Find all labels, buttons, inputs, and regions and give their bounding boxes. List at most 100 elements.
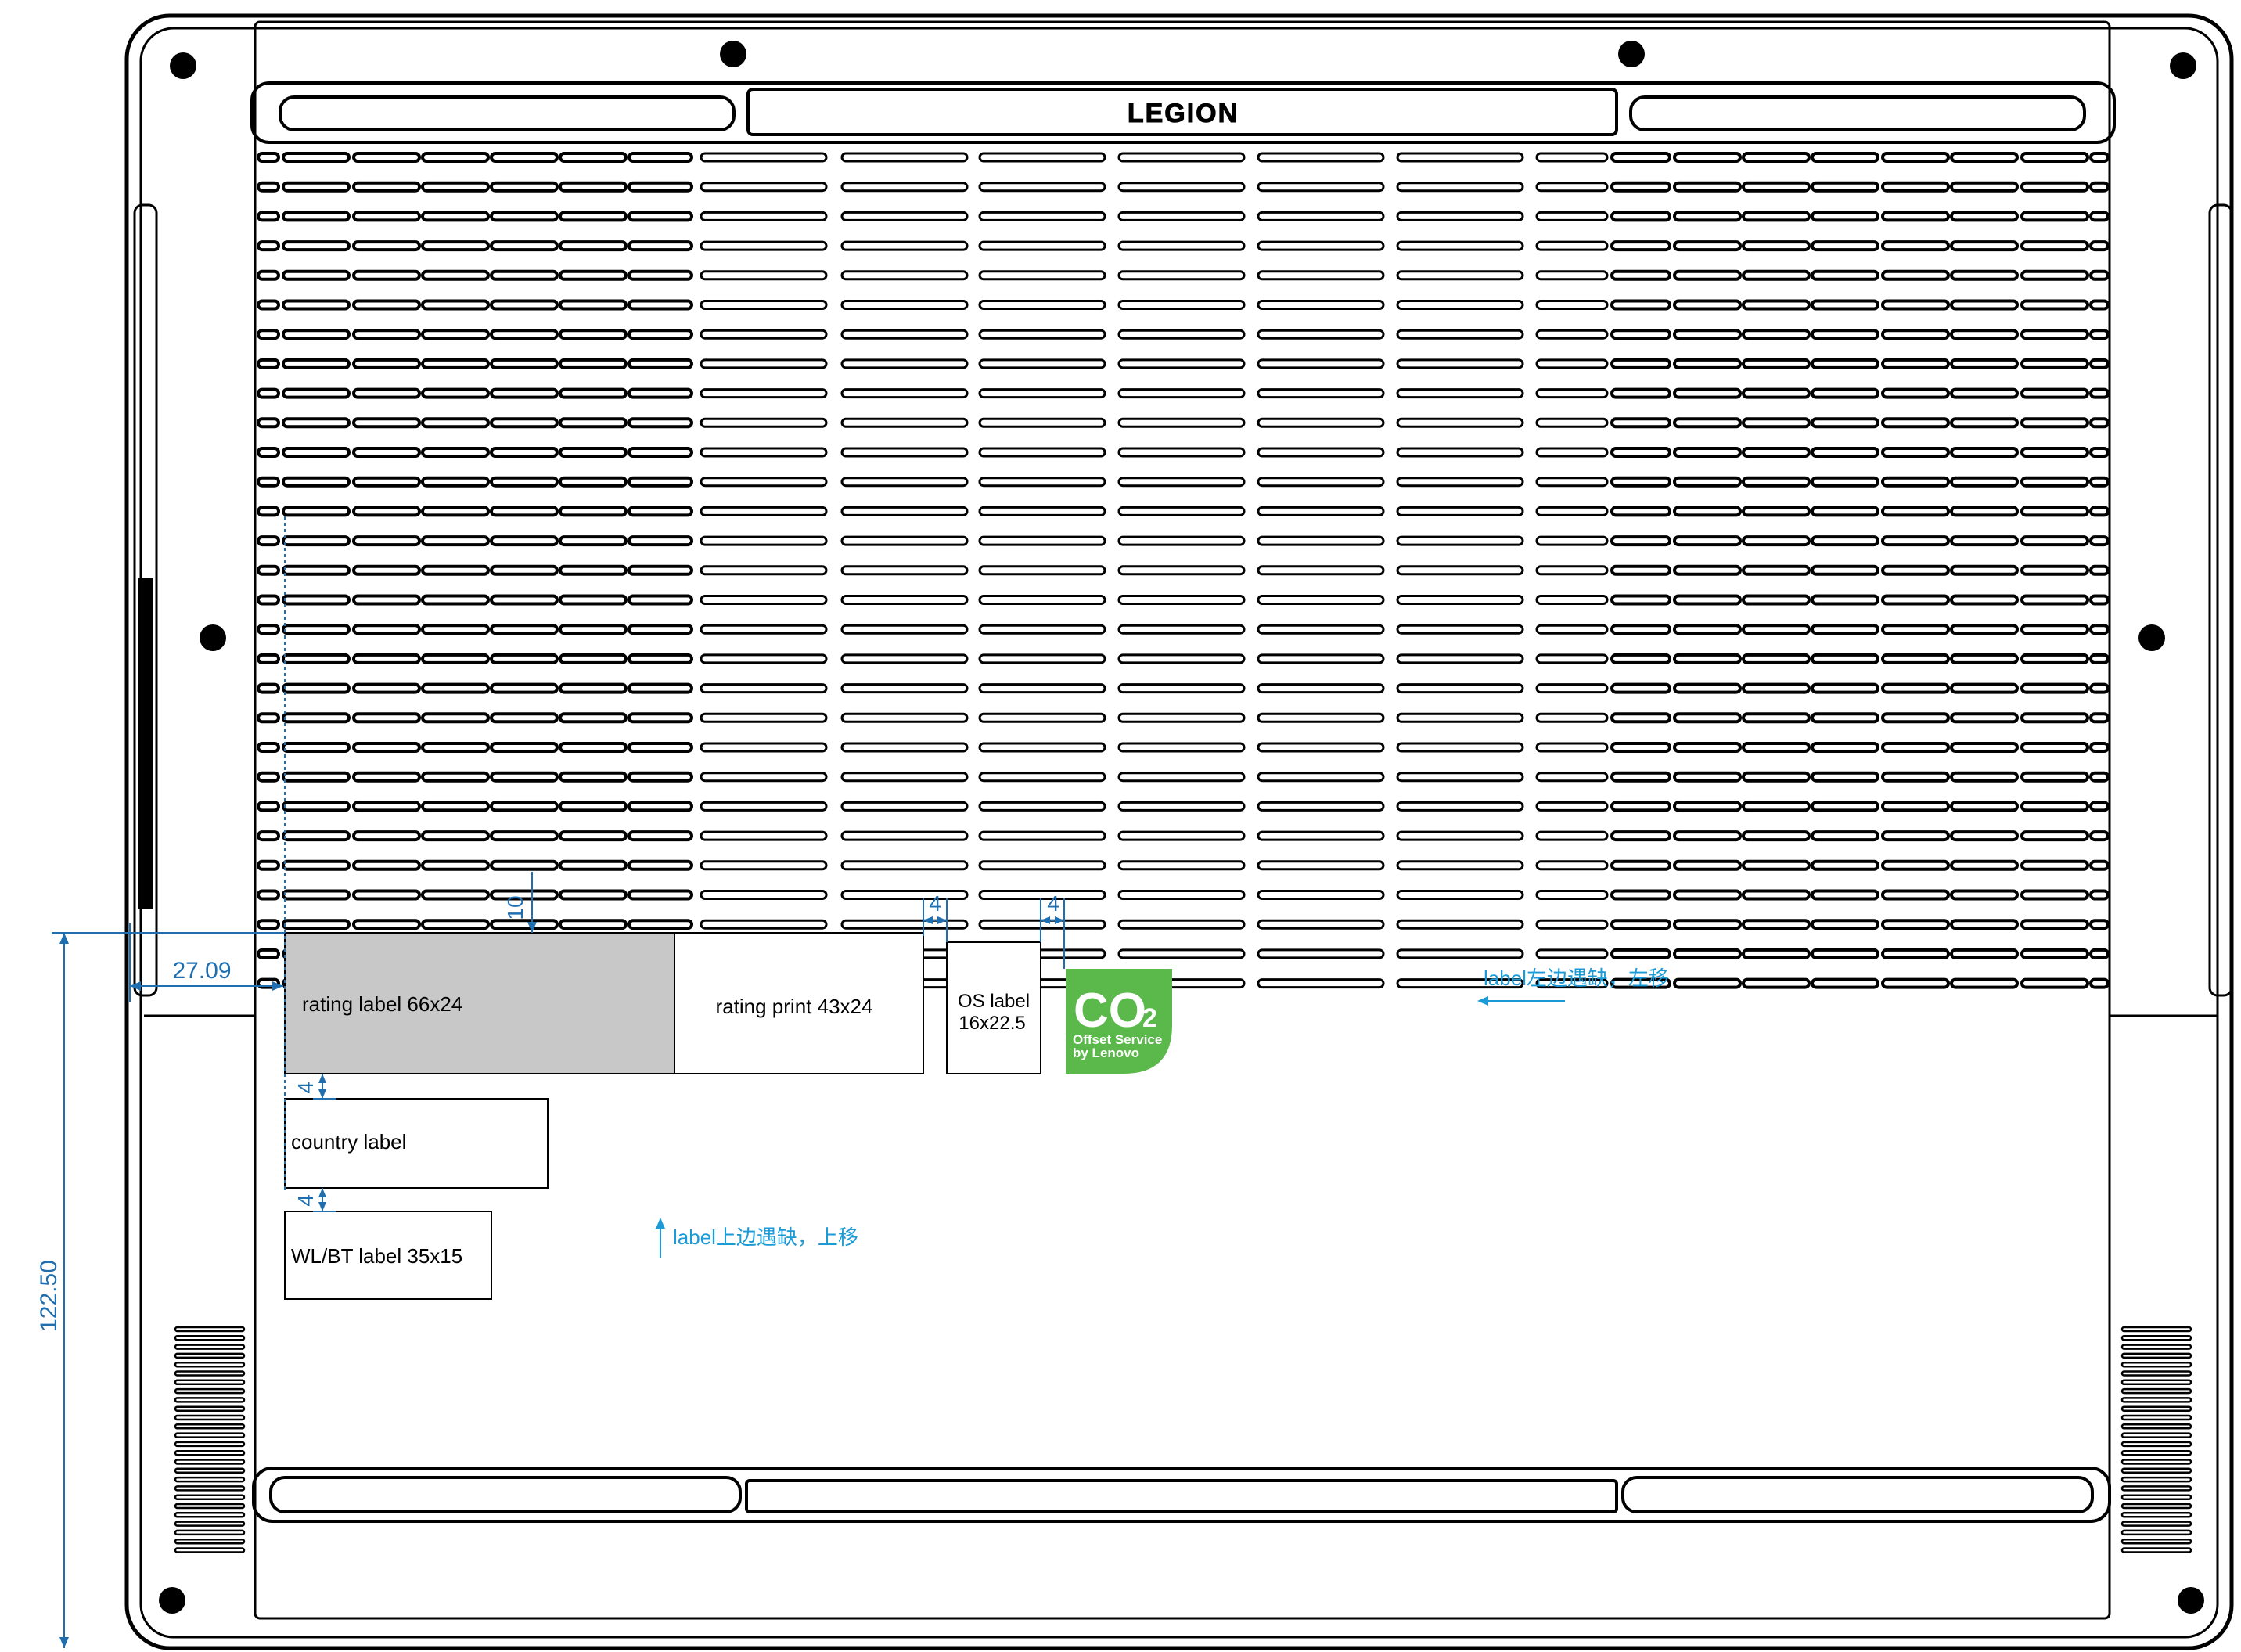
- vent-slot: [1396, 506, 1524, 516]
- brand-logo: LEGION: [1128, 99, 1239, 128]
- vent-slot: [352, 594, 421, 606]
- vent-slot: [2089, 211, 2110, 222]
- vent-slot: [490, 919, 559, 930]
- vent-slot: [282, 830, 351, 842]
- vent-slot: [2020, 712, 2089, 724]
- screws: [159, 41, 2204, 1614]
- speaker-slot: [174, 1441, 246, 1448]
- vent-slot: [2089, 948, 2110, 959]
- vent-slot: [559, 712, 628, 724]
- vent-slot: [1811, 830, 1879, 842]
- vent-slot: [559, 269, 628, 281]
- vent-slot: [2020, 830, 2089, 842]
- speaker-slot: [2120, 1335, 2192, 1341]
- arrow-icon: [923, 916, 933, 924]
- vent-slot: [1881, 152, 1950, 163]
- arrow-left-icon: [1477, 996, 1488, 1006]
- speaker-slot: [2120, 1503, 2192, 1510]
- vent-slot: [421, 889, 490, 901]
- vent-slot: [1673, 417, 1742, 429]
- co2-symbol: CO: [1074, 984, 1146, 1038]
- vent-slot: [1257, 948, 1385, 959]
- vent-slot: [352, 329, 421, 340]
- vent-slot: [1881, 830, 1950, 842]
- vent-slot: [1117, 712, 1246, 723]
- vent-slot: [282, 387, 351, 399]
- vent-slot: [1117, 388, 1246, 399]
- vent-slot: [1396, 152, 1524, 163]
- vent-slot: [2020, 859, 2089, 871]
- vent-slot: [490, 417, 559, 429]
- vent-slot: [1673, 977, 1742, 989]
- vent-slot: [2020, 977, 2089, 989]
- vent-slot: [1811, 594, 1879, 606]
- vent-slot: [559, 447, 628, 458]
- vent-slot: [1673, 830, 1742, 842]
- vent-slot: [559, 152, 628, 163]
- vent-slot: [559, 358, 628, 369]
- vent-slot: [421, 535, 490, 547]
- vent-slot: [2020, 476, 2089, 488]
- vent-slot: [1396, 712, 1524, 723]
- vent-slot: [700, 830, 828, 841]
- vent-slot: [1742, 211, 1811, 222]
- vent-slot: [1610, 535, 1671, 547]
- speaker-slot: [2120, 1449, 2192, 1456]
- vent-slot: [1257, 182, 1385, 193]
- left-side-ports: [133, 203, 158, 997]
- vent-slot: [628, 742, 693, 753]
- vent-slot: [1610, 476, 1671, 488]
- arrow-icon: [59, 933, 69, 944]
- vent-slot: [282, 801, 351, 812]
- vent-slot: [559, 624, 628, 635]
- vent-slot: [840, 742, 969, 753]
- vent-slot: [978, 447, 1106, 458]
- vent-slot: [1811, 977, 1879, 989]
- vent-slot: [1117, 358, 1246, 369]
- vent-slot: [1950, 624, 2019, 635]
- speaker-slot: [174, 1459, 246, 1465]
- vent-slot: [1610, 889, 1671, 901]
- vent-slot: [282, 742, 351, 753]
- vent-slot: [978, 182, 1106, 193]
- vent-slot: [840, 300, 969, 310]
- vent-slot: [1257, 565, 1385, 576]
- vent-slot: [2089, 859, 2110, 871]
- vent-slot: [1117, 535, 1246, 546]
- vent-slot: [2020, 181, 2089, 193]
- vent-slot: [628, 269, 693, 281]
- vent-slot: [2020, 358, 2089, 369]
- vent-slot: [628, 417, 693, 429]
- ventilation-grille: [257, 152, 2110, 989]
- vent-slot: [559, 653, 628, 664]
- vent-slot: [2089, 594, 2110, 606]
- vent-slot: [840, 358, 969, 369]
- bottom-foot: [252, 1467, 2111, 1523]
- vent-slot: [421, 624, 490, 635]
- vent-slot: [1950, 535, 2019, 547]
- vent-slot: [559, 594, 628, 606]
- dim-left-offset-value: 27.09: [172, 958, 231, 984]
- vent-slot: [1742, 624, 1811, 635]
- vent-slot: [1881, 594, 1950, 606]
- vent-slot: [1535, 653, 1609, 664]
- vent-slot: [1742, 771, 1811, 783]
- speaker-slot: [2120, 1521, 2192, 1527]
- vent-slot: [840, 182, 969, 193]
- vent-slot: [628, 712, 693, 724]
- vent-slot: [559, 859, 628, 871]
- vent-slot: [352, 181, 421, 193]
- vent-slot: [421, 299, 490, 311]
- vent-slot: [421, 417, 490, 429]
- vent-slot: [1535, 182, 1609, 193]
- vent-slot: [282, 211, 351, 222]
- vent-slot: [1117, 830, 1246, 841]
- vent-slot: [1950, 564, 2019, 576]
- vent-slot: [257, 211, 280, 222]
- vent-slot: [1610, 712, 1671, 724]
- speaker-slot: [2120, 1405, 2192, 1412]
- vent-slot: [840, 270, 969, 281]
- vent-slot: [257, 240, 280, 252]
- vent-slot: [559, 329, 628, 340]
- vent-slot: [1881, 977, 1950, 989]
